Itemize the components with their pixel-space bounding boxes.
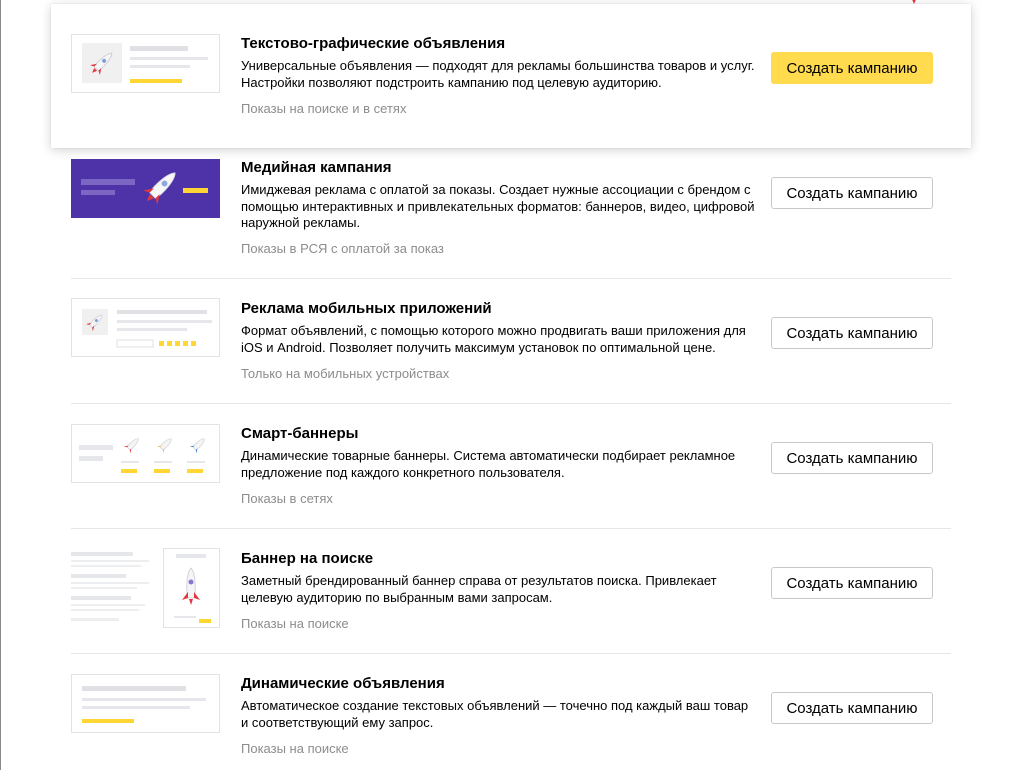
smart-banners-icon — [71, 424, 220, 483]
campaign-card-search-banner[interactable]: Баннер на поиске Заметный брендированный… — [71, 529, 951, 653]
campaign-description: Имиджевая реклама с оплатой за показы. С… — [241, 182, 755, 230]
dynamic-ads-icon — [71, 674, 220, 733]
search-banner-icon — [71, 548, 221, 630]
campaign-card-mobile-apps[interactable]: Реклама мобильных приложений Формат объя… — [71, 279, 951, 403]
campaign-title: Медийная кампания — [241, 159, 392, 176]
campaign-title: Текстово-графические объявления — [241, 35, 506, 52]
campaign-note: Показы в сетях — [241, 491, 333, 506]
create-campaign-button[interactable]: Создать кампанию — [771, 567, 933, 599]
campaign-note: Показы на поиске — [241, 741, 349, 756]
campaign-note: Показы в РСЯ с оплатой за показ — [241, 241, 444, 256]
left-border — [0, 0, 1, 770]
campaign-description: Автоматическое создание текстовых объявл… — [241, 698, 749, 730]
campaign-description: Универсальные объявления — подходят для … — [241, 58, 755, 90]
campaign-description: Формат объявлений, с помощью которого мо… — [241, 323, 746, 355]
campaign-note: Показы на поиске и в сетях — [241, 101, 407, 116]
create-campaign-button[interactable]: Создать кампанию — [771, 52, 933, 84]
campaign-note: Только на мобильных устройствах — [241, 366, 450, 381]
create-campaign-button[interactable]: Создать кампанию — [771, 177, 933, 209]
create-campaign-button[interactable]: Создать кампанию — [771, 442, 933, 474]
campaign-card-text-graphic[interactable]: Текстово-графические объявления Универса… — [51, 4, 971, 148]
campaign-card-dynamic-ads[interactable]: Динамические объявления Автоматическое с… — [71, 654, 951, 770]
rocket-app-ad-icon — [71, 298, 220, 357]
create-campaign-button[interactable]: Создать кампанию — [771, 317, 933, 349]
campaign-title: Баннер на поиске — [241, 550, 374, 567]
campaign-title: Динамические объявления — [241, 675, 445, 692]
campaign-description: Заметный брендированный баннер справа от… — [241, 573, 717, 605]
campaign-card-media[interactable]: Медийная кампания Имиджевая реклама с оп… — [71, 148, 951, 278]
campaign-title: Смарт-баннеры — [241, 425, 359, 442]
rocket-media-banner-icon — [71, 159, 220, 218]
create-campaign-button[interactable]: Создать кампанию — [771, 692, 933, 724]
campaign-description: Динамические товарные баннеры. Система а… — [241, 448, 736, 480]
campaign-title: Реклама мобильных приложений — [241, 300, 492, 317]
rocket-text-ad-icon — [71, 34, 220, 93]
campaign-note: Показы на поиске — [241, 616, 349, 631]
campaign-card-smart-banners[interactable]: Смарт-баннеры Динамические товарные банн… — [71, 404, 951, 528]
